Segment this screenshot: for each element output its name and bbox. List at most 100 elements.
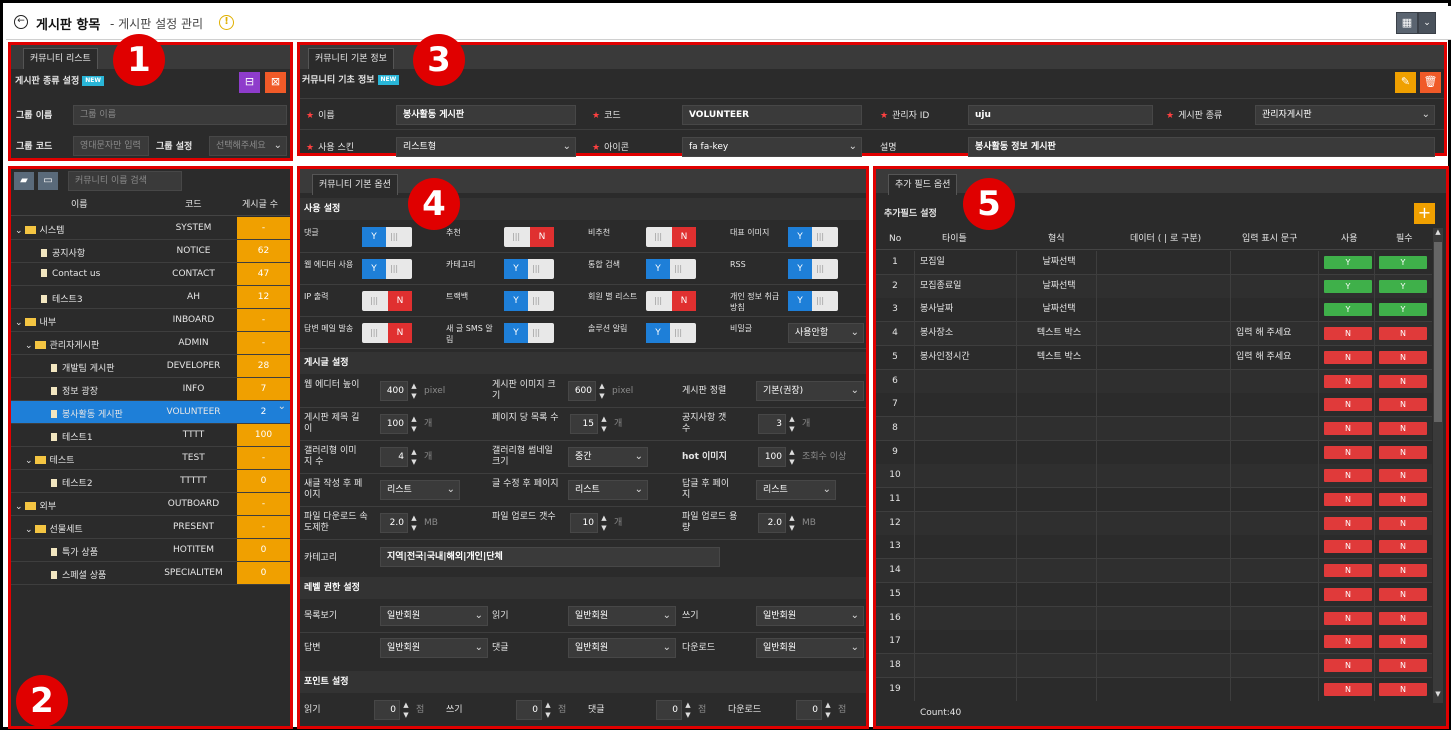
toggle-switch[interactable] [646, 259, 696, 279]
point-read-stepper[interactable]: 0 ▲ ▼ [374, 700, 412, 720]
tree-row[interactable]: 테스트1 TTTT 100 [11, 424, 290, 447]
scrollbar-thumb[interactable] [1434, 242, 1442, 422]
notice-count-stepper[interactable]: 3 ▲ ▼ [758, 414, 798, 434]
tree-row[interactable]: 테스트3 AH 12 [11, 286, 290, 309]
required-toggle-button[interactable]: Y [1379, 279, 1427, 293]
expand-icon[interactable]: ⌄ [25, 456, 33, 466]
download-limit-stepper[interactable]: 2.0 ▲ ▼ [380, 513, 420, 533]
toggle-switch[interactable] [362, 259, 412, 279]
field-row[interactable]: 14 N N [876, 559, 1432, 584]
use-toggle-button[interactable]: N [1324, 682, 1372, 696]
tab-community-list[interactable]: 커뮤니티 리스트 [23, 48, 98, 69]
secret-post-select[interactable]: 사용안함 [788, 323, 864, 343]
use-toggle-button[interactable]: Y [1324, 256, 1372, 269]
use-toggle-button[interactable]: N [1324, 516, 1372, 530]
required-toggle-button[interactable]: N [1379, 564, 1427, 578]
write-select[interactable]: 일반회원 [756, 606, 864, 626]
field-row[interactable]: 16 N N [876, 606, 1432, 631]
expand-icon[interactable]: ⌄ [25, 341, 33, 351]
scroll-up-icon[interactable]: ▲ [1434, 228, 1442, 240]
required-toggle-button[interactable]: N [1379, 421, 1427, 435]
community-search-input[interactable]: 커뮤니티 이름 검색 [68, 171, 182, 191]
chevron-down-icon[interactable]: ⌄ [1418, 12, 1436, 34]
toggle-switch[interactable] [504, 259, 554, 279]
back-icon[interactable]: ← [14, 15, 28, 29]
field-row[interactable]: 4 봉사장소 텍스트 박스 입력 해 주세요 N N [876, 322, 1432, 347]
reply-select[interactable]: 일반회원 [380, 638, 488, 658]
point-write-stepper[interactable]: 0 ▲ ▼ [516, 700, 554, 720]
add-group-button[interactable]: ⊟ [239, 72, 260, 93]
required-toggle-button[interactable]: N [1379, 611, 1427, 625]
field-row[interactable]: 9 NN [876, 440, 1432, 465]
field-row[interactable]: 8 NN [876, 416, 1432, 441]
toggle-switch[interactable] [788, 227, 838, 247]
required-toggle-button[interactable]: N [1379, 398, 1427, 412]
field-row[interactable]: 11 N N [876, 488, 1432, 512]
toggle-switch[interactable] [504, 227, 554, 247]
admin-input[interactable]: uju [968, 105, 1153, 125]
tree-row[interactable]: 봉사활동 게시판 VOLUNTEER 2 [11, 401, 290, 424]
tab-extra-fields[interactable]: 추가 필드 옵션 [888, 174, 958, 195]
field-row[interactable]: 5 봉사인정시간 텍스트 박스 입력 해 주세요 N N [876, 345, 1432, 370]
tree-row[interactable]: 테스트2 TTTTT 0 [11, 470, 290, 493]
use-toggle-button[interactable]: Y [1324, 279, 1372, 293]
new-post-page-select[interactable]: 리스트 [380, 480, 460, 500]
required-toggle-button[interactable]: N [1379, 587, 1427, 601]
tab-basic-options[interactable]: 커뮤니티 기본 옵션 [312, 174, 398, 195]
read-select[interactable]: 일반회원 [568, 606, 676, 626]
expand-icon[interactable]: ⌄ [15, 226, 23, 236]
field-row[interactable]: 19 N N [876, 677, 1432, 701]
scroll-down-icon[interactable]: ▼ [1434, 690, 1442, 702]
stepper-arrows[interactable]: ▲ ▼ [599, 513, 609, 533]
point-comment-stepper[interactable]: 0 ▲ ▼ [656, 700, 694, 720]
point-download-stepper[interactable]: 0 ▲ ▼ [796, 700, 834, 720]
required-toggle-button[interactable]: N [1379, 469, 1427, 483]
use-toggle-button[interactable]: N [1324, 540, 1372, 554]
board-sort-select[interactable]: 기본(권장) [756, 381, 864, 401]
use-toggle-button[interactable]: N [1324, 421, 1372, 435]
expand-icon[interactable]: ⌄ [25, 525, 33, 535]
toggle-switch[interactable] [362, 323, 412, 343]
toggle-switch[interactable] [646, 227, 696, 247]
stepper-arrows[interactable]: ▲ ▼ [683, 700, 693, 720]
toggle-switch[interactable] [362, 291, 412, 311]
use-toggle-button[interactable]: N [1324, 611, 1372, 625]
tree-row[interactable]: ⌄ 관리자게시판 ADMIN - [11, 332, 290, 355]
stepper-arrows[interactable]: ▲ ▼ [409, 414, 419, 434]
tree-row[interactable]: ⌄ 시스템 SYSTEM - [11, 217, 290, 240]
use-toggle-button[interactable]: N [1324, 350, 1372, 364]
required-toggle-button[interactable]: N [1379, 682, 1427, 696]
list-view-select[interactable]: 일반회원 [380, 606, 488, 626]
edit-post-page-select[interactable]: 리스트 [568, 480, 648, 500]
stepper-arrows[interactable]: ▲ ▼ [787, 513, 797, 533]
toggle-switch[interactable] [362, 227, 412, 247]
gallery-image-stepper[interactable]: 4 ▲ ▼ [380, 447, 420, 467]
delete-button[interactable]: 🗑 [1420, 72, 1441, 93]
stepper-arrows[interactable]: ▲ ▼ [401, 700, 411, 720]
field-row[interactable]: 3 봉사날짜 날짜선택 Y Y [876, 298, 1432, 323]
toggle-switch[interactable] [646, 291, 696, 311]
use-toggle-button[interactable]: N [1324, 658, 1372, 672]
group-code-input[interactable]: 영대문자만 입력 [73, 136, 149, 156]
required-toggle-button[interactable]: N [1379, 350, 1427, 364]
tree-row[interactable]: 공지사항 NOTICE 62 [11, 240, 290, 263]
field-row[interactable]: 2 모집종료일 날짜선택 Y Y [876, 274, 1432, 299]
tree-row[interactable]: ⌄ 내부 INBOARD - [11, 309, 290, 332]
expand-icon[interactable]: ⌄ [15, 318, 23, 328]
hot-image-stepper[interactable]: 100 ▲ ▼ [758, 447, 798, 467]
scrollbar[interactable]: ▲ ▼ [1433, 228, 1443, 703]
stepper-arrows[interactable]: ▲ ▼ [543, 700, 553, 720]
layout-grid-icon[interactable]: ▦ [1396, 12, 1418, 34]
tree-row[interactable]: 정보 광장 INFO 7 [11, 378, 290, 401]
toggle-switch[interactable] [788, 291, 838, 311]
stepper-arrows[interactable]: ▲ ▼ [787, 447, 797, 467]
edit-button[interactable]: ✎ [1395, 72, 1416, 93]
tab-basic-info[interactable]: 커뮤니티 기본 정보 [308, 48, 394, 69]
required-toggle-button[interactable]: N [1379, 635, 1427, 649]
required-toggle-button[interactable]: N [1379, 445, 1427, 459]
use-toggle-button[interactable]: N [1324, 493, 1372, 506]
field-row[interactable]: 15 N N [876, 582, 1432, 607]
tree-row[interactable]: 개발팀 게시판 DEVELOPER 28 [11, 355, 290, 378]
required-toggle-button[interactable]: Y [1379, 303, 1427, 317]
tree-row[interactable]: ⌄ 외부 OUTBOARD - [11, 493, 290, 516]
